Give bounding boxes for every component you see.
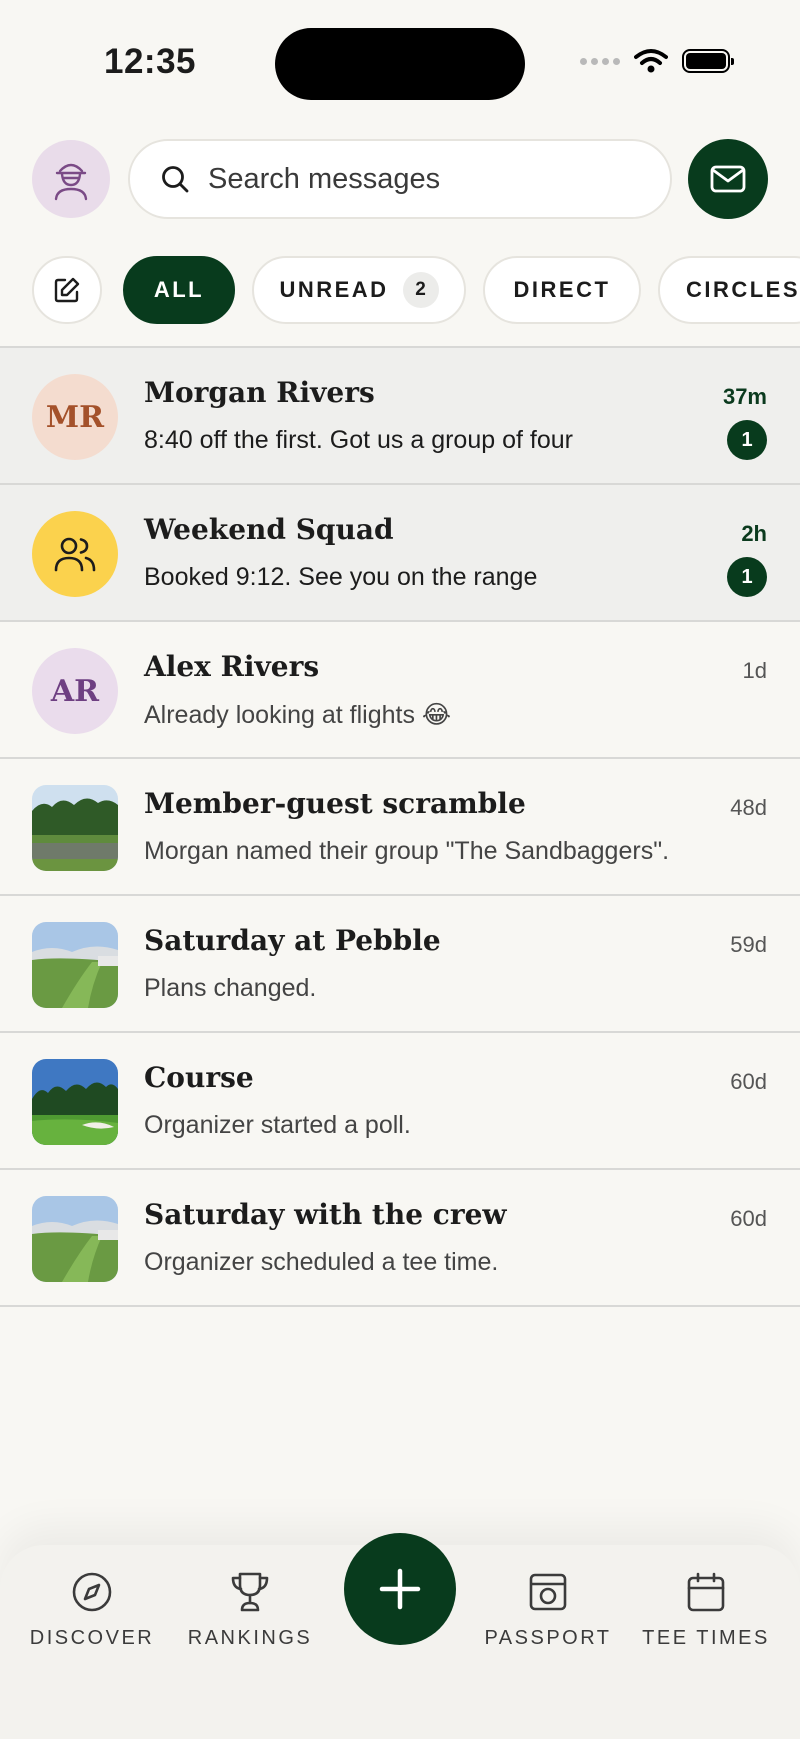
passport-icon xyxy=(529,1573,567,1611)
conversation-time: 60d xyxy=(730,1206,767,1231)
conversation-row[interactable]: AR Alex Rivers Already looking at flight… xyxy=(0,622,800,759)
tab-label: PASSPORT xyxy=(484,1627,612,1649)
filter-chip-label: UNREAD xyxy=(279,277,389,302)
avatar-initials: AR xyxy=(50,673,100,709)
conversation-row[interactable]: Member-guest scramble Morgan named their… xyxy=(0,759,800,896)
tab-tee-times[interactable]: TEE TIMES xyxy=(642,1571,770,1650)
conversation-preview: Booked 9:12. See you on the range xyxy=(144,563,538,591)
plus-icon xyxy=(379,1568,421,1610)
conversation-row[interactable]: Weekend Squad Booked 9:12. See you on th… xyxy=(0,485,800,622)
tab-label: TEE TIMES xyxy=(642,1627,770,1649)
profile-avatar-button[interactable] xyxy=(32,140,110,218)
tab-passport[interactable]: PASSPORT xyxy=(484,1571,612,1650)
calendar-icon xyxy=(687,1572,725,1612)
avatar-initials: MR xyxy=(45,399,105,435)
tab-rankings[interactable]: RANKINGS xyxy=(186,1571,314,1650)
course-thumbnail xyxy=(32,922,118,1008)
filter-chips: ALL UNREAD 2 DIRECT CIRCLES xyxy=(32,256,800,326)
group-icon xyxy=(54,537,96,572)
conversation-time: 48d xyxy=(730,795,767,820)
conversation-name: Saturday at Pebble xyxy=(144,924,441,957)
avatar: MR xyxy=(32,374,118,460)
conversation-time: 60d xyxy=(730,1069,767,1094)
edit-icon xyxy=(54,277,80,303)
compass-icon xyxy=(72,1572,112,1612)
course-thumbnail xyxy=(32,785,118,871)
conversation-preview: Organizer started a poll. xyxy=(144,1111,411,1139)
conversation-time: 2h xyxy=(741,521,767,546)
tab-discover[interactable]: DISCOVER xyxy=(30,1571,154,1650)
conversation-name: Saturday with the crew xyxy=(144,1198,507,1231)
compose-button[interactable] xyxy=(32,256,102,324)
conversation-preview: Plans changed. xyxy=(144,974,317,1002)
filter-chip-all[interactable]: ALL xyxy=(123,256,235,324)
course-thumbnail xyxy=(32,1059,118,1145)
wifi-icon xyxy=(634,49,668,73)
search-icon xyxy=(162,166,189,193)
dynamic-island xyxy=(275,28,525,100)
conversation-name: Alex Rivers xyxy=(144,650,320,683)
conversation-preview: Already looking at flights 😂 xyxy=(144,701,452,729)
conversation-preview: Morgan named their group "The Sandbagger… xyxy=(144,837,670,865)
conversation-row[interactable]: MR Morgan Rivers 8:40 off the first. Got… xyxy=(0,348,800,485)
tab-label: DISCOVER xyxy=(29,1627,155,1649)
course-thumbnail xyxy=(32,1196,118,1282)
conversation-time: 1d xyxy=(742,658,767,683)
conversation-name: Course xyxy=(144,1061,254,1094)
conversation-preview: 8:40 off the first. Got us a group of fo… xyxy=(144,426,573,454)
status-time: 12:35 xyxy=(104,42,197,81)
search-input[interactable]: Search messages xyxy=(208,163,440,196)
tab-label: RANKINGS xyxy=(187,1627,313,1649)
conversation-name: Member-guest scramble xyxy=(144,787,526,820)
trophy-icon xyxy=(231,1572,269,1612)
filter-chip-label: ALL xyxy=(153,277,205,302)
filter-chip-unread[interactable]: UNREAD 2 xyxy=(252,256,466,324)
create-fab-button[interactable] xyxy=(344,1533,456,1645)
conversation-row[interactable]: Saturday at Pebble Plans changed. 59d xyxy=(0,896,800,1033)
conversation-time: 59d xyxy=(730,932,767,957)
conversation-name: Weekend Squad xyxy=(144,513,394,546)
status-icons xyxy=(580,48,734,74)
cellular-signal-icon xyxy=(580,57,620,65)
filter-chip-label: DIRECT xyxy=(513,277,611,302)
conversation-preview: Organizer scheduled a tee time. xyxy=(144,1248,499,1276)
new-message-mail-button[interactable] xyxy=(688,139,768,219)
filter-chip-circles[interactable]: CIRCLES xyxy=(658,256,800,324)
unread-badge: 1 xyxy=(727,420,767,460)
avatar xyxy=(32,511,118,597)
unread-count-badge: 2 xyxy=(402,272,439,308)
filter-chip-label: CIRCLES xyxy=(685,277,800,302)
avatar: AR xyxy=(32,648,118,734)
search-bar[interactable]: Search messages xyxy=(128,139,672,219)
conversation-time: 37m xyxy=(722,384,767,409)
conversation-name: Morgan Rivers xyxy=(144,376,375,409)
filter-chip-direct[interactable]: DIRECT xyxy=(483,256,641,324)
unread-badge: 1 xyxy=(727,557,767,597)
conversation-row[interactable]: Saturday with the crew Organizer schedul… xyxy=(0,1170,800,1307)
conversation-list: MR Morgan Rivers 8:40 off the first. Got… xyxy=(0,346,800,1307)
conversation-row[interactable]: Course Organizer started a poll. 60d xyxy=(0,1033,800,1170)
mail-icon xyxy=(710,165,746,193)
battery-icon xyxy=(682,49,734,73)
golfer-avatar-icon xyxy=(54,163,88,201)
